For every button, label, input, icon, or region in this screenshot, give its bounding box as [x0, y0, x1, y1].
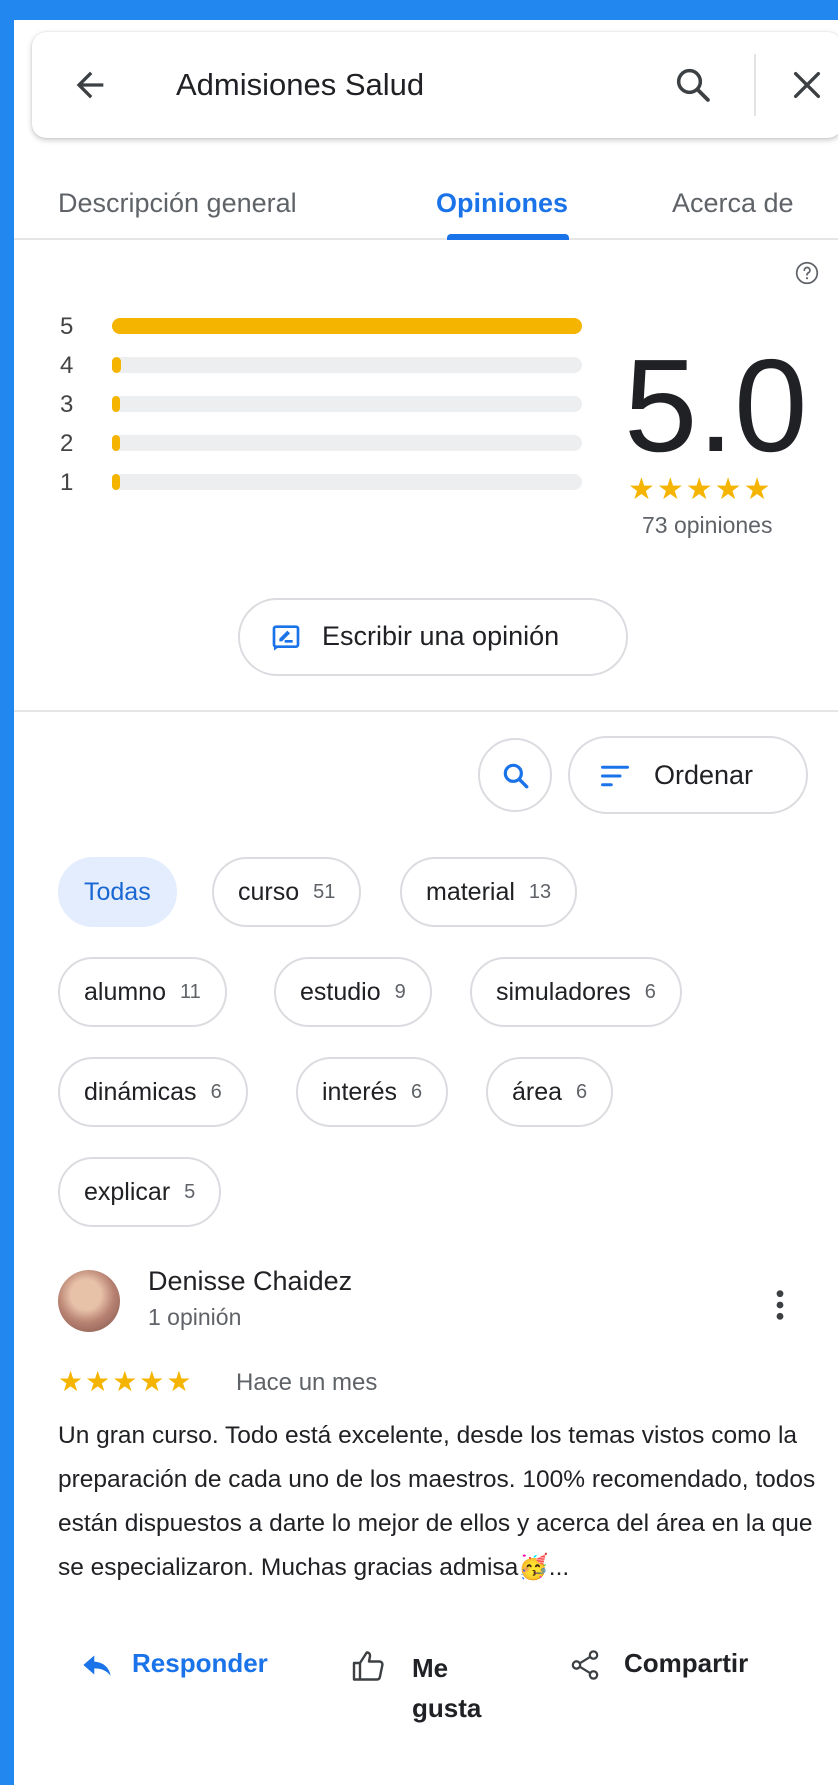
- average-rating: 5.0: [624, 332, 808, 479]
- chip-alumno[interactable]: alumno 11: [58, 957, 227, 1027]
- section-divider: [14, 710, 838, 712]
- tab-reviews[interactable]: Opiniones: [436, 188, 568, 219]
- chip-count: 5: [184, 1180, 196, 1203]
- dist-label-4: 4: [60, 352, 74, 379]
- share-icon: [571, 1650, 599, 1680]
- write-review-button[interactable]: Escribir una opinión: [238, 598, 628, 676]
- chip-count: 11: [180, 980, 201, 1003]
- place-title[interactable]: Admisiones Salud: [176, 67, 424, 103]
- sort-icon: [601, 765, 629, 787]
- dist-bar-1: [112, 474, 582, 490]
- thumbs-up-icon: [352, 1651, 384, 1681]
- dist-bar-2: [112, 435, 582, 451]
- reviewer-avatar[interactable]: [58, 1270, 120, 1332]
- chip-count: 9: [394, 980, 406, 1003]
- chip-dinamicas[interactable]: dinámicas 6: [58, 1057, 248, 1127]
- review-text[interactable]: Un gran curso. Todo está excelente, desd…: [58, 1414, 828, 1590]
- dist-bar-4: [112, 357, 582, 373]
- search-bar: Admisiones Salud: [32, 32, 838, 138]
- chip-simuladores[interactable]: simuladores 6: [470, 957, 682, 1027]
- chip-interes[interactable]: interés 6: [296, 1057, 449, 1127]
- dist-fill-3: [112, 396, 120, 412]
- write-review-label: Escribir una opinión: [322, 621, 560, 651]
- chip-label: Todas: [84, 877, 151, 906]
- chip-label: área: [512, 1077, 563, 1106]
- reply-icon: [83, 1655, 111, 1676]
- review-count[interactable]: 73 opiniones: [642, 512, 772, 539]
- chip-count: 6: [576, 1080, 588, 1103]
- dist-fill-2: [112, 435, 120, 451]
- sort-label: Ordenar: [654, 760, 754, 790]
- dist-label-1: 1: [60, 469, 74, 496]
- chip-label: explicar: [84, 1177, 171, 1206]
- dist-label-3: 3: [60, 391, 74, 418]
- chip-area[interactable]: área 6: [486, 1057, 614, 1127]
- chip-label: material: [426, 877, 515, 906]
- more-options-icon[interactable]: [772, 1288, 788, 1322]
- chip-curso[interactable]: curso 51: [212, 857, 362, 927]
- tab-bar: Descripción general Opiniones Acerca de: [14, 150, 838, 240]
- help-icon[interactable]: [794, 260, 820, 286]
- search-icon: [503, 763, 529, 789]
- search-bar-divider: [754, 54, 756, 116]
- back-arrow-icon[interactable]: [70, 65, 110, 105]
- average-stars: ★★★★★: [628, 473, 773, 506]
- app-frame: Admisiones Salud Descripción general Opi…: [14, 20, 838, 1785]
- chip-estudio[interactable]: estudio 9: [274, 957, 432, 1027]
- tab-about[interactable]: Acerca de: [672, 188, 794, 219]
- dist-bar-5: [112, 318, 582, 334]
- search-reviews-button[interactable]: [478, 738, 552, 812]
- tab-overview[interactable]: Descripción general: [58, 188, 297, 219]
- review-stars: ★★★★★: [58, 1366, 194, 1397]
- chip-label: curso: [238, 877, 300, 906]
- dist-bar-3: [112, 396, 582, 412]
- chip-label: interés: [322, 1077, 398, 1106]
- close-icon[interactable]: [790, 68, 824, 102]
- chip-label: alumno: [84, 977, 166, 1006]
- reviewer-review-count: 1 opinión: [148, 1304, 242, 1330]
- dist-label-2: 2: [60, 430, 74, 457]
- chip-count: 13: [528, 880, 552, 903]
- rate-review-icon: [272, 625, 300, 651]
- chip-count: 6: [411, 1080, 423, 1103]
- chip-material[interactable]: material 13: [400, 857, 578, 927]
- chip-count: 51: [313, 880, 336, 903]
- dist-fill-4: [112, 357, 121, 373]
- reply-label: Responder: [132, 1648, 268, 1678]
- chip-count: 6: [210, 1080, 222, 1103]
- sort-button[interactable]: Ordenar: [568, 736, 808, 814]
- reviewer-name[interactable]: Denisse Chaidez: [148, 1266, 352, 1297]
- search-icon[interactable]: [672, 64, 714, 106]
- review-date: Hace un mes: [236, 1369, 378, 1396]
- chip-label: estudio: [300, 977, 381, 1006]
- chip-count: 6: [644, 980, 656, 1003]
- active-tab-indicator: [447, 234, 569, 240]
- chip-label: dinámicas: [84, 1077, 197, 1106]
- share-label: Compartir: [624, 1648, 749, 1678]
- dist-fill-5: [112, 318, 582, 334]
- chip-explicar[interactable]: explicar 5: [58, 1157, 222, 1227]
- chip-todas[interactable]: Todas: [58, 857, 177, 927]
- dist-fill-1: [112, 474, 120, 490]
- chip-label: simuladores: [496, 977, 631, 1006]
- dist-label-5: 5: [60, 313, 74, 340]
- like-label: Me gusta: [412, 1653, 482, 1723]
